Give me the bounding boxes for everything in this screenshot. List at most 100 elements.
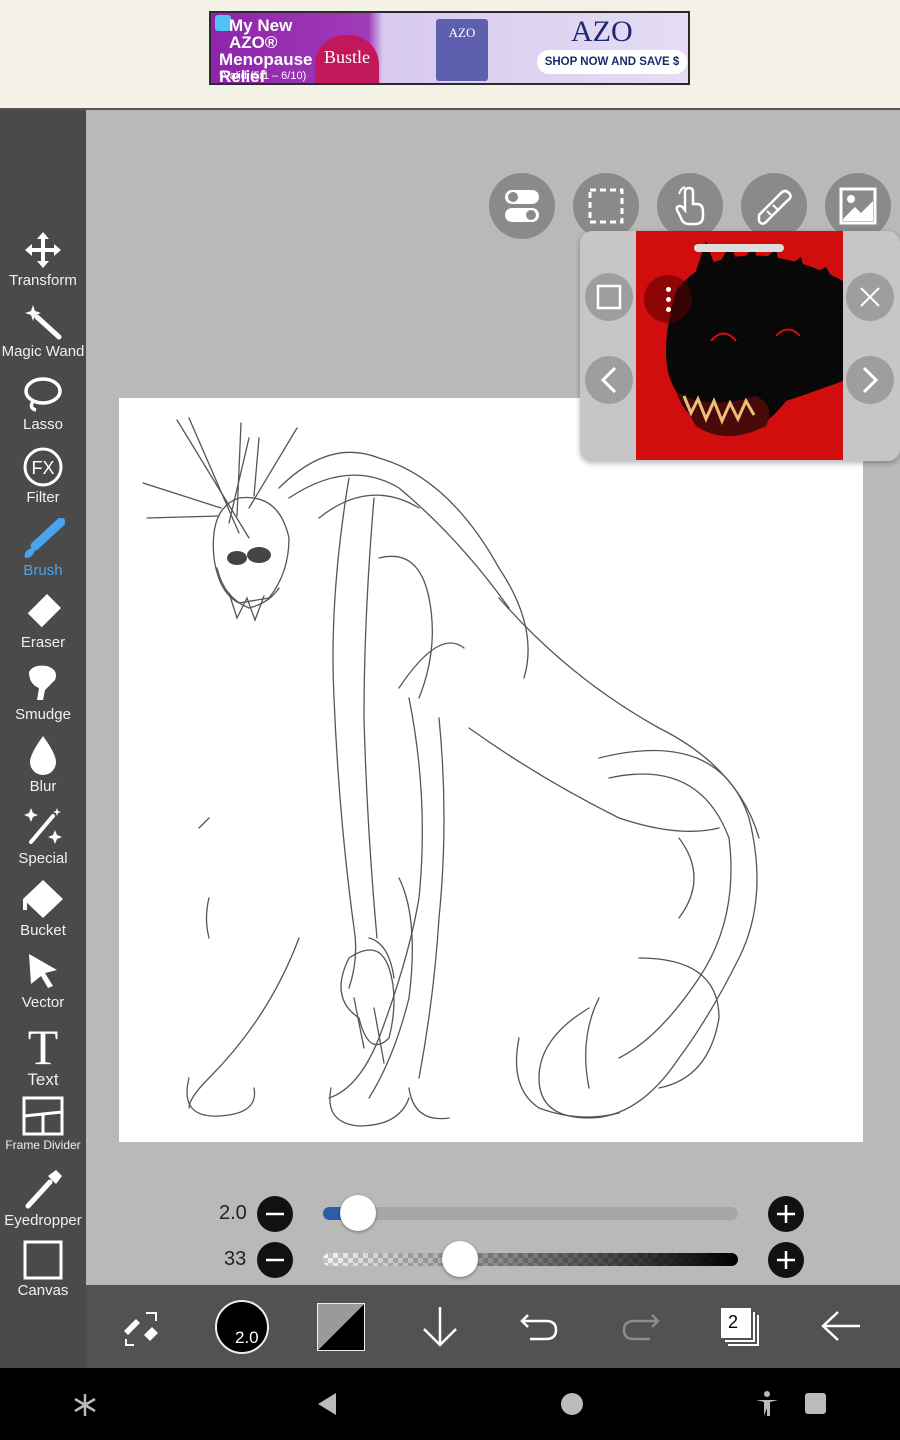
arrow-down-icon (423, 1307, 457, 1347)
tool-eyedropper[interactable]: Eyedropper (0, 1168, 86, 1229)
dot-icon (665, 296, 671, 302)
tool-label: Eraser (20, 634, 66, 651)
tool-canvas[interactable]: Canvas (0, 1240, 86, 1299)
back-button[interactable] (820, 1309, 862, 1348)
reference-prev-button[interactable] (585, 356, 633, 404)
ad-banner[interactable]: My New AZO® Menopause Relief *Valid (5/1… (209, 11, 690, 85)
ad-cta-button[interactable]: SHOP NOW AND SAVE $ (537, 50, 687, 74)
tool-label: Lasso (22, 416, 64, 433)
tool-special[interactable]: Special (0, 806, 86, 867)
tool-sidebar: Transform Magic Wand Lasso FX Filter Bru… (0, 110, 86, 1368)
layers-icon (721, 1308, 759, 1346)
reference-close-button[interactable] (846, 273, 894, 321)
opacity-increase-button[interactable] (768, 1242, 804, 1278)
tool-label: Special (18, 850, 68, 867)
redo-icon (622, 1314, 660, 1341)
minus-icon (266, 1212, 284, 1216)
tool-lasso[interactable]: Lasso (0, 376, 86, 433)
tool-label: Magic Wand (1, 343, 85, 360)
chevron-right-icon (862, 366, 879, 394)
opacity-knob[interactable] (441, 1241, 478, 1277)
dot-icon (665, 286, 671, 292)
pen-eraser-swap-icon (124, 1312, 158, 1346)
brush-size-slider[interactable] (323, 1195, 738, 1231)
download-button[interactable] (420, 1305, 460, 1354)
reference-fit-button[interactable] (585, 273, 633, 321)
reference-artwork (666, 241, 843, 436)
tool-bucket[interactable]: Bucket (0, 878, 86, 939)
move-arrows-icon (25, 232, 61, 268)
brush-size-preview-button[interactable]: 2.0 (215, 1300, 269, 1354)
frame-divider-icon (22, 1096, 64, 1136)
hand-pointer-icon (675, 186, 705, 226)
minus-icon (266, 1258, 284, 1262)
reference-drag-handle[interactable] (694, 244, 784, 252)
tool-frame-divider[interactable]: Frame Divider (0, 1096, 86, 1152)
touch-gesture-button[interactable] (657, 173, 723, 239)
tool-magic-wand[interactable]: Magic Wand (0, 303, 86, 360)
system-assist-button[interactable] (72, 1392, 98, 1423)
selection-button[interactable] (573, 173, 639, 239)
plus-icon (777, 1251, 795, 1269)
arrow-left-icon (821, 1311, 860, 1341)
tool-label: Blur (29, 778, 57, 795)
drawing-canvas[interactable] (119, 398, 863, 1142)
opacity-slider[interactable] (323, 1241, 738, 1277)
tool-label: Eyedropper (4, 1212, 82, 1229)
ad-banner-area: My New AZO® Menopause Relief *Valid (5/1… (0, 0, 900, 110)
tool-label: Brush (23, 562, 63, 579)
brush-size-decrease-button[interactable] (257, 1196, 293, 1232)
lasso-icon (24, 377, 62, 412)
system-recents-button[interactable] (805, 1393, 826, 1414)
ruler-button[interactable] (741, 173, 807, 239)
ad-product-box: AZO (436, 19, 488, 81)
sparkle-icon (24, 808, 62, 844)
reference-next-button[interactable] (846, 356, 894, 404)
layers-button[interactable]: 2 (720, 1307, 762, 1349)
reference-image-button[interactable] (825, 173, 891, 239)
tool-transform[interactable]: Transform (0, 230, 86, 289)
plus-icon (777, 1205, 795, 1223)
tool-label: Bucket (20, 922, 66, 939)
tool-filter[interactable]: FX Filter (0, 447, 86, 506)
brush-size-value: 2.0 (219, 1202, 247, 1224)
tool-text[interactable]: T Text (0, 1022, 86, 1090)
cursor-arrow-icon (29, 954, 57, 988)
tool-blur[interactable]: Blur (0, 734, 86, 795)
tool-vector[interactable]: Vector (0, 950, 86, 1011)
square-icon (596, 284, 622, 310)
tool-brush[interactable]: Brush (0, 518, 86, 579)
tool-label: Vector (21, 994, 65, 1011)
reference-image[interactable] (636, 231, 843, 460)
image-icon (839, 187, 877, 225)
system-back-button[interactable] (316, 1391, 338, 1422)
dashed-select-icon (588, 188, 624, 224)
color-picker-button[interactable] (317, 1303, 365, 1351)
text-glyph: T (28, 1022, 59, 1068)
reference-menu-button[interactable] (644, 275, 692, 323)
quick-toggle-button[interactable] (489, 173, 555, 239)
ad-brand: AZO (571, 15, 633, 48)
tool-label: Transform (9, 272, 77, 289)
brush-size-knob[interactable] (339, 1195, 376, 1231)
fx-icon: FX (23, 447, 63, 487)
redo-button[interactable] (620, 1311, 660, 1348)
opacity-decrease-button[interactable] (257, 1242, 293, 1278)
ad-partner-logo: Bustle (315, 35, 379, 83)
tool-smudge[interactable]: Smudge (0, 662, 86, 723)
bottom-toolbar: 2.0 2 (86, 1285, 900, 1368)
brush-eraser-switch-button[interactable] (120, 1307, 164, 1352)
system-navigation-bar (0, 1368, 900, 1440)
asterisk-icon (74, 1394, 96, 1416)
brush-icon (24, 518, 65, 558)
smudge-icon (29, 665, 56, 700)
brush-size-increase-button[interactable] (768, 1196, 804, 1232)
undo-button[interactable] (520, 1311, 560, 1348)
accessibility-button[interactable] (754, 1390, 780, 1423)
text-t-icon: T (28, 1022, 59, 1068)
system-home-button[interactable] (561, 1393, 583, 1415)
tool-eraser[interactable]: Eraser (0, 590, 86, 651)
opacity-value: 33 (224, 1248, 247, 1270)
sketch-drawing (142, 417, 760, 1127)
eraser-icon (26, 594, 61, 629)
